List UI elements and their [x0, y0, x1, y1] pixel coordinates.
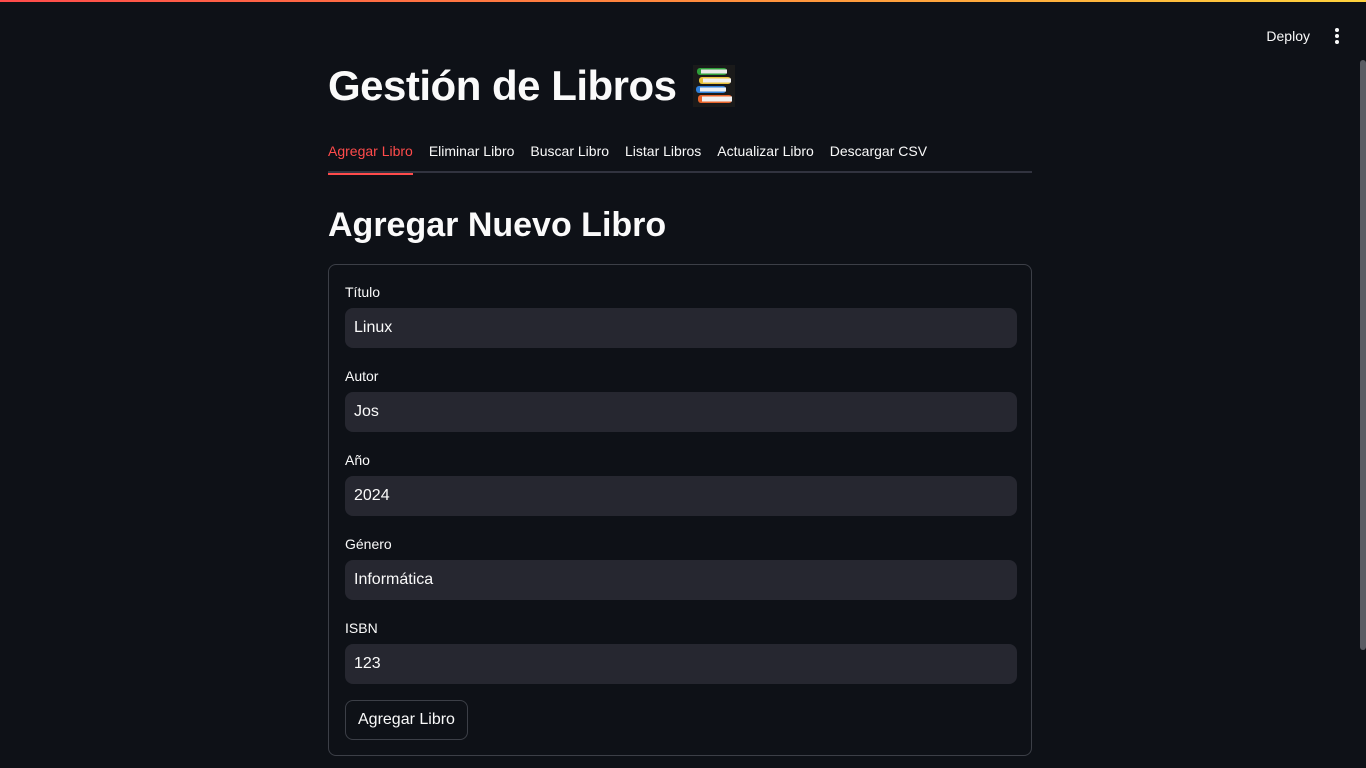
books-emoji-icon — [692, 65, 735, 107]
scrollbar[interactable] — [1360, 60, 1366, 650]
isbn-input[interactable] — [345, 644, 1017, 684]
isbn-label: ISBN — [345, 620, 378, 636]
anio-label: Año — [345, 452, 370, 468]
autor-label: Autor — [345, 368, 379, 384]
tab-descargar-csv[interactable]: Descargar CSV — [830, 139, 927, 173]
deploy-button[interactable]: Deploy — [1266, 28, 1310, 44]
tab-bar: Agregar Libro Eliminar Libro Buscar Libr… — [328, 139, 1032, 175]
add-book-form: Título Autor Año Género ISBN Agregar Lib… — [328, 264, 1032, 756]
tab-listar-libros[interactable]: Listar Libros — [625, 139, 701, 173]
page-title-text: Gestión de Libros — [328, 62, 677, 109]
genero-label: Género — [345, 536, 392, 552]
tab-agregar-libro[interactable]: Agregar Libro — [328, 139, 413, 175]
tab-eliminar-libro[interactable]: Eliminar Libro — [429, 139, 515, 173]
page-title: Gestión de Libros — [328, 62, 735, 110]
agregar-libro-button[interactable]: Agregar Libro — [345, 700, 468, 740]
kebab-menu-icon[interactable] — [1332, 26, 1342, 46]
top-decoration-stripe — [0, 0, 1366, 2]
section-title: Agregar Nuevo Libro — [328, 206, 667, 244]
app-header: Deploy — [1266, 20, 1342, 52]
autor-input[interactable] — [345, 392, 1017, 432]
titulo-label: Título — [345, 284, 381, 300]
tab-buscar-libro[interactable]: Buscar Libro — [530, 139, 609, 173]
genero-input[interactable] — [345, 560, 1017, 600]
tab-actualizar-libro[interactable]: Actualizar Libro — [717, 139, 814, 173]
titulo-input[interactable] — [345, 308, 1017, 348]
anio-input[interactable] — [345, 476, 1017, 516]
